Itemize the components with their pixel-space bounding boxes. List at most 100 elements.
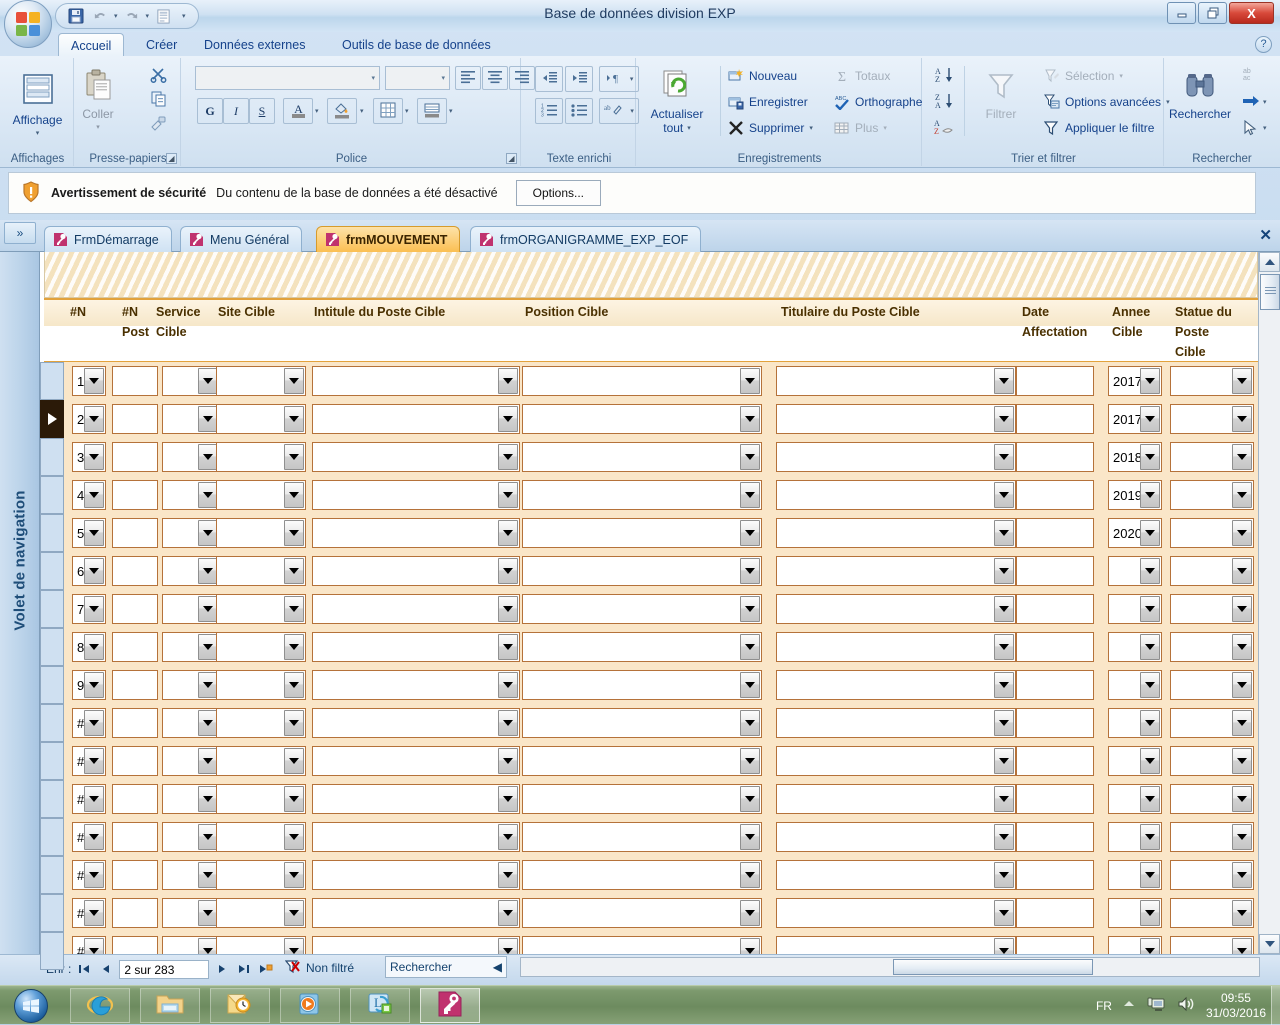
chevron-down-icon[interactable]	[1232, 786, 1252, 812]
scroll-down-button[interactable]	[1259, 934, 1280, 954]
chevron-down-icon[interactable]	[994, 900, 1014, 926]
chevron-down-icon[interactable]	[1232, 900, 1252, 926]
chevron-down-icon[interactable]	[994, 520, 1014, 546]
cell-service[interactable]	[162, 594, 220, 624]
chevron-down-icon[interactable]	[284, 520, 304, 546]
select-caret-icon[interactable]: ▾	[1263, 124, 1267, 132]
cell-position[interactable]	[522, 936, 762, 954]
record-selector[interactable]	[40, 590, 64, 628]
record-selector-current[interactable]	[40, 400, 64, 438]
new-record-nav-icon[interactable]	[257, 959, 275, 979]
table-row[interactable]: ##	[44, 704, 1258, 742]
cell-service[interactable]	[162, 518, 220, 548]
close-document-icon[interactable]: ✕	[1259, 226, 1272, 244]
chevron-down-icon[interactable]	[1232, 634, 1252, 660]
cell-service[interactable]	[162, 822, 220, 852]
cell-n_post[interactable]	[112, 746, 158, 776]
chevron-down-icon[interactable]	[1140, 672, 1160, 698]
alternate-fill-caret-icon[interactable]: ▾	[449, 107, 453, 115]
fill-color-button[interactable]	[327, 98, 357, 124]
cell-titulaire[interactable]	[776, 480, 1016, 510]
cell-site[interactable]	[216, 898, 306, 928]
italic-button[interactable]: I	[223, 98, 249, 124]
chevron-down-icon[interactable]	[994, 482, 1014, 508]
column-header[interactable]: Site Cible	[218, 302, 308, 322]
chevron-down-icon[interactable]	[1232, 748, 1252, 774]
gridlines-button[interactable]	[373, 98, 403, 124]
table-row[interactable]: ##	[44, 856, 1258, 894]
cell-statue[interactable]	[1170, 632, 1254, 662]
chevron-down-icon[interactable]	[1140, 596, 1160, 622]
chevron-down-icon[interactable]	[198, 862, 218, 888]
search-input[interactable]: Rechercher ◀	[385, 956, 507, 978]
document-tab-menu-general[interactable]: Menu Général	[180, 226, 303, 252]
cell-position[interactable]	[522, 822, 762, 852]
cell-statue[interactable]	[1170, 936, 1254, 954]
chevron-down-icon[interactable]	[498, 862, 518, 888]
cell-date[interactable]	[1016, 632, 1094, 662]
cell-n_post[interactable]	[112, 784, 158, 814]
cell-n_post[interactable]	[112, 936, 158, 954]
scroll-up-button[interactable]	[1259, 252, 1280, 272]
chevron-down-icon[interactable]	[1232, 938, 1252, 954]
previous-record-icon[interactable]	[97, 959, 115, 979]
cell-intitule[interactable]	[312, 708, 520, 738]
cell-site[interactable]	[216, 632, 306, 662]
column-header[interactable]: Date Affectation	[1022, 302, 1104, 342]
cell-statue[interactable]	[1170, 670, 1254, 700]
cell-service[interactable]	[162, 366, 220, 396]
table-row[interactable]: 7	[44, 590, 1258, 628]
chevron-down-icon[interactable]	[284, 596, 304, 622]
cell-date[interactable]	[1016, 746, 1094, 776]
chevron-down-icon[interactable]	[284, 824, 304, 850]
first-record-icon[interactable]	[75, 959, 93, 979]
decrease-indent-button[interactable]	[535, 66, 563, 92]
cell-intitule[interactable]	[312, 480, 520, 510]
cell-annee[interactable]	[1108, 556, 1162, 586]
record-selector[interactable]	[40, 552, 64, 590]
cell-n_post[interactable]	[112, 632, 158, 662]
cell-n_post[interactable]	[112, 518, 158, 548]
cell-n[interactable]: ##	[72, 708, 106, 738]
cell-titulaire[interactable]	[776, 708, 1016, 738]
cell-position[interactable]	[522, 556, 762, 586]
cell-n_post[interactable]	[112, 404, 158, 434]
cell-site[interactable]	[216, 860, 306, 890]
chevron-down-icon[interactable]	[84, 520, 104, 546]
chevron-down-icon[interactable]	[994, 862, 1014, 888]
chevron-down-icon[interactable]	[1232, 482, 1252, 508]
chevron-down-icon[interactable]	[1232, 520, 1252, 546]
chevron-down-icon[interactable]	[994, 596, 1014, 622]
alternate-fill-button[interactable]	[417, 98, 447, 124]
chevron-down-icon[interactable]	[84, 444, 104, 470]
cell-date[interactable]	[1016, 480, 1094, 510]
cell-statue[interactable]	[1170, 594, 1254, 624]
chevron-down-icon[interactable]	[1140, 406, 1160, 432]
chevron-down-icon[interactable]	[1140, 824, 1160, 850]
cell-n[interactable]: 2	[72, 404, 106, 434]
chevron-down-icon[interactable]	[1140, 368, 1160, 394]
cell-n_post[interactable]	[112, 898, 158, 928]
cell-statue[interactable]	[1170, 746, 1254, 776]
cell-statue[interactable]	[1170, 556, 1254, 586]
chevron-down-icon[interactable]	[740, 482, 760, 508]
clear-sort-button[interactable]: A Z	[930, 116, 958, 140]
chevron-down-icon[interactable]	[284, 406, 304, 432]
chevron-down-icon[interactable]	[1140, 748, 1160, 774]
cell-n_post[interactable]	[112, 670, 158, 700]
next-record-icon[interactable]	[213, 959, 231, 979]
chevron-down-icon[interactable]	[198, 558, 218, 584]
numbered-list-button[interactable]: 1 2 3	[535, 98, 563, 124]
chevron-down-icon[interactable]	[1232, 710, 1252, 736]
cell-position[interactable]	[522, 404, 762, 434]
align-left-button[interactable]	[455, 66, 481, 90]
replace-button[interactable]: ab ac	[1242, 66, 1258, 82]
chevron-down-icon[interactable]	[84, 634, 104, 660]
chevron-down-icon[interactable]	[284, 672, 304, 698]
redo-icon[interactable]	[122, 6, 142, 26]
cell-n[interactable]: ##	[72, 860, 106, 890]
search-caret-icon[interactable]: ◀	[493, 957, 502, 977]
cell-site[interactable]	[216, 784, 306, 814]
cell-date[interactable]	[1016, 404, 1094, 434]
more-caret-icon[interactable]: ▾	[883, 124, 887, 132]
